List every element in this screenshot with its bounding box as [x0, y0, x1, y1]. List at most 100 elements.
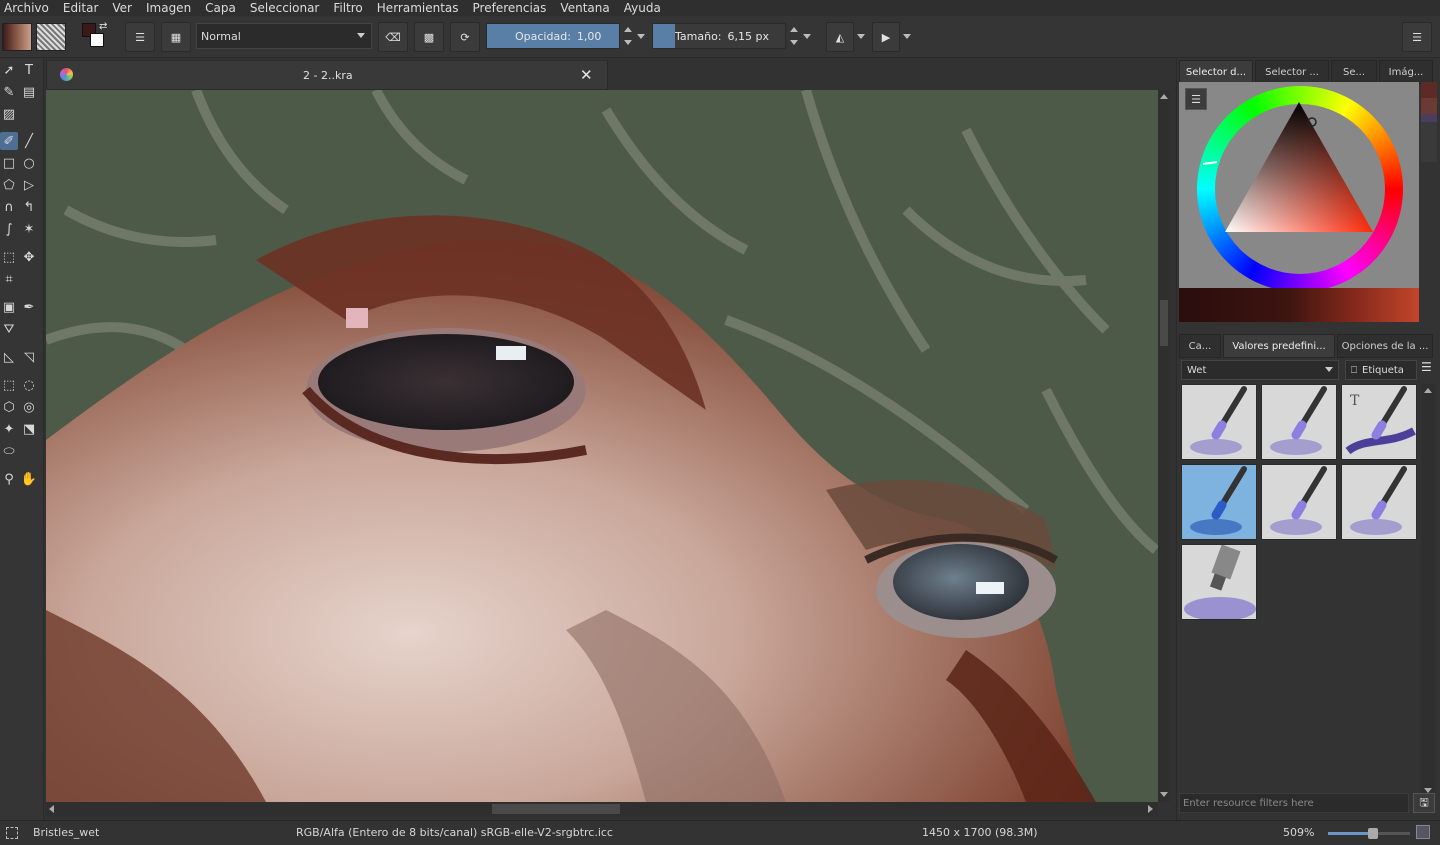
menu-item-capa[interactable]: Capa: [205, 0, 236, 16]
brush-preset-5[interactable]: [1261, 464, 1337, 540]
resource-filter-input[interactable]: Enter resource filters here: [1179, 793, 1409, 813]
measure-tool-icon[interactable]: ◹: [20, 348, 38, 366]
menu-item-editar[interactable]: Editar: [63, 0, 99, 16]
preset-docker-tab-0[interactable]: Ca...: [1179, 334, 1221, 358]
menu-item-archivo[interactable]: Archivo: [4, 0, 49, 16]
preset-docker-tab-2[interactable]: Opciones de la ...: [1337, 334, 1433, 358]
select-shapes-icon[interactable]: ➚: [0, 61, 18, 79]
scroll-right-icon[interactable]: [1148, 805, 1153, 813]
dynamic-brush-icon[interactable]: ∫: [0, 220, 18, 238]
preset-group-select[interactable]: Wet: [1181, 360, 1339, 380]
menu-item-ventana[interactable]: Ventana: [560, 0, 609, 16]
rectangle-tool-icon[interactable]: □: [0, 154, 18, 172]
zoom-slider[interactable]: [1328, 828, 1410, 839]
polygon-tool-icon[interactable]: ⬠: [0, 176, 18, 194]
mirror-vertical-dropdown-icon[interactable]: [903, 34, 911, 39]
multibrush-icon[interactable]: ✶: [20, 220, 38, 238]
mirror-horizontal-button[interactable]: ◭: [826, 22, 854, 52]
swap-colors-icon[interactable]: ⇄: [99, 21, 107, 32]
canvas-only-icon[interactable]: [1416, 825, 1430, 839]
edit-shapes-icon[interactable]: ✎: [0, 83, 18, 101]
color-fg-bg-icon[interactable]: ⇄: [82, 21, 110, 51]
size-spinner[interactable]: [788, 23, 800, 49]
menu-item-imagen[interactable]: Imagen: [146, 0, 191, 16]
canvas-vertical-scrollbar[interactable]: [1158, 90, 1170, 802]
pattern-swatch[interactable]: [36, 23, 66, 51]
preset-docker-tab-1[interactable]: Valores predefini...: [1223, 334, 1335, 358]
advanced-color-selector[interactable]: ☰: [1179, 82, 1419, 322]
magic-wand-icon[interactable]: ✦: [0, 420, 18, 438]
assistant-tool-icon[interactable]: ◺: [0, 348, 18, 366]
menu-item-ver[interactable]: Ver: [112, 0, 132, 16]
eraser-mode-button[interactable]: ⌫: [378, 22, 408, 52]
brush-preset-1[interactable]: [1181, 384, 1257, 460]
polyline-tool-icon[interactable]: ▷: [20, 176, 38, 194]
preset-menu-icon[interactable]: ☰: [1421, 360, 1439, 380]
blend-mode-select[interactable]: Normal: [196, 23, 372, 49]
menu-item-preferencias[interactable]: Preferencias: [473, 0, 547, 16]
brush-preset-6[interactable]: [1341, 464, 1417, 540]
polygon-select-icon[interactable]: ⬡: [0, 398, 18, 416]
mirror-horizontal-dropdown-icon[interactable]: [857, 34, 865, 39]
pan-tool-icon[interactable]: ✋: [20, 470, 38, 488]
size-dropdown-icon[interactable]: [803, 34, 811, 39]
tag-select[interactable]: ⎕ Etiqueta: [1345, 360, 1417, 380]
color-docker-tab-3[interactable]: Imág...: [1379, 60, 1433, 84]
horizontal-scroll-thumb[interactable]: [492, 804, 620, 814]
saturation-value-triangle[interactable]: [1179, 82, 1419, 322]
color-docker-tab-1[interactable]: Selector ...: [1255, 60, 1329, 84]
opacity-spinner[interactable]: [622, 23, 634, 49]
color-docker-tab-0[interactable]: Selector d...: [1179, 60, 1253, 84]
zoom-tool-icon[interactable]: ⚲: [0, 470, 18, 488]
bezier-select-icon[interactable]: ⬭: [0, 442, 18, 460]
menu-item-seleccionar[interactable]: Seleccionar: [250, 0, 319, 16]
preset-scrollbar[interactable]: [1421, 384, 1435, 804]
brush-preset-2[interactable]: [1261, 384, 1337, 460]
canvas-horizontal-scrollbar[interactable]: [46, 802, 1158, 816]
zoom-slider-handle[interactable]: [1368, 828, 1379, 839]
save-icon[interactable]: 🖫: [1413, 793, 1435, 813]
calligraphy-icon[interactable]: ▤: [20, 83, 38, 101]
crop-tool-icon[interactable]: ⌗: [0, 270, 18, 288]
ellipse-select-icon[interactable]: ◌: [20, 376, 38, 394]
opacity-dropdown-icon[interactable]: [637, 34, 645, 39]
color-docker-tab-2[interactable]: Se...: [1331, 60, 1377, 84]
opacity-slider[interactable]: Opacidad: 1,00: [486, 23, 620, 49]
pattern-tool-icon[interactable]: ▨: [0, 105, 18, 123]
transform-tool-icon[interactable]: ⬚: [0, 248, 18, 266]
close-icon[interactable]: ✕: [580, 66, 593, 84]
menu-item-herramientas[interactable]: Herramientas: [377, 0, 459, 16]
size-slider[interactable]: Tamaño: 6,15 px: [652, 23, 786, 49]
text-tool-icon[interactable]: T: [20, 61, 38, 79]
preserve-alpha-button[interactable]: ▩: [414, 22, 444, 52]
brush-presets-button[interactable]: ▦: [161, 22, 191, 52]
document-tab[interactable]: 2 - 2..kra ✕: [46, 60, 608, 90]
gradient-swatch[interactable]: [2, 23, 32, 51]
bezier-tool-icon[interactable]: ∩: [0, 198, 18, 216]
scroll-left-icon[interactable]: [49, 805, 54, 813]
mirror-vertical-button[interactable]: ▶: [872, 22, 900, 52]
brush-preset-7[interactable]: [1181, 544, 1257, 620]
color-history-strip[interactable]: [1179, 288, 1419, 322]
fill-tool-icon[interactable]: ⛛: [0, 320, 18, 338]
ellipse-tool-icon[interactable]: ○: [20, 154, 38, 172]
brush-preset-4[interactable]: [1181, 464, 1257, 540]
docker-menu-button[interactable]: ☰: [1402, 22, 1432, 52]
color-picker-icon[interactable]: ✒: [20, 298, 38, 316]
menu-item-filtro[interactable]: Filtro: [333, 0, 362, 16]
freehand-brush-icon[interactable]: ✐: [0, 132, 18, 150]
line-tool-icon[interactable]: ╱: [20, 132, 38, 150]
recent-colors-strip[interactable]: [1421, 82, 1437, 162]
background-color-icon[interactable]: [90, 33, 104, 47]
canvas[interactable]: [46, 90, 1158, 802]
move-tool-icon[interactable]: ✥: [20, 248, 38, 266]
color-select-icon[interactable]: ⬔: [20, 420, 38, 438]
scroll-up-icon[interactable]: [1424, 388, 1432, 393]
selection-icon[interactable]: [6, 827, 18, 839]
brush-preset-3[interactable]: T: [1341, 384, 1417, 460]
freehand-path-icon[interactable]: ↰: [20, 198, 38, 216]
scroll-up-icon[interactable]: [1160, 94, 1168, 99]
freehand-select-icon[interactable]: ◎: [20, 398, 38, 416]
scroll-down-icon[interactable]: [1160, 792, 1168, 797]
vertical-scroll-thumb[interactable]: [1160, 300, 1168, 346]
